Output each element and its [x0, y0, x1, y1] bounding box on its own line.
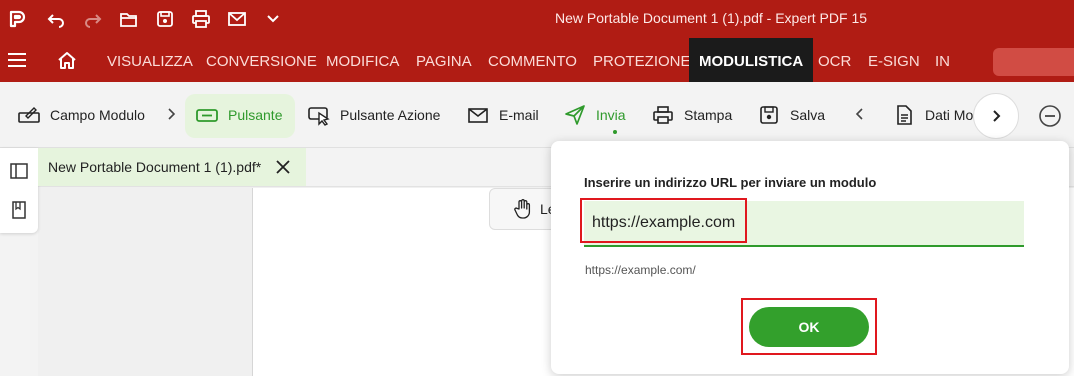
pulsante-button[interactable]: Pulsante [196, 82, 282, 148]
title-bar: New Portable Document 1 (1).pdf - Expert… [0, 0, 1074, 38]
print-icon [653, 106, 673, 124]
ok-button[interactable]: OK [749, 307, 869, 347]
pulsante-azione-label: Pulsante Azione [340, 107, 441, 123]
salva-button[interactable]: Salva [758, 82, 825, 148]
invia-label: Invia [596, 107, 626, 123]
chevron-right-icon [168, 108, 176, 120]
document-tab[interactable]: New Portable Document 1 (1).pdf* [38, 148, 306, 186]
redo-icon[interactable] [78, 0, 108, 38]
home-icon[interactable] [57, 50, 77, 70]
hamburger-menu-icon[interactable] [7, 50, 27, 70]
form-field-icon [18, 107, 40, 123]
email-button[interactable]: E-mail [467, 82, 539, 148]
pulsante-label: Pulsante [228, 107, 283, 123]
chevron-right-icon [993, 110, 1001, 122]
chevron-left-icon[interactable] [852, 106, 868, 122]
button-field-icon [196, 109, 218, 122]
close-icon[interactable] [274, 158, 292, 176]
save-icon[interactable] [150, 0, 180, 38]
ribbon-toolbar: Campo Modulo Pulsante Pulsante Azione E-… [0, 82, 1074, 148]
url-prompt-label: Inserire un indirizzo URL per inviare un… [584, 175, 877, 190]
dati-modulo-button[interactable]: Dati Mo [893, 82, 973, 148]
stampa-button[interactable]: Stampa [652, 82, 732, 148]
mail-icon[interactable] [222, 0, 252, 38]
search-box[interactable] [993, 48, 1074, 76]
menu-ocr[interactable]: OCR [818, 38, 851, 82]
send-icon [565, 105, 585, 125]
salva-label: Salva [790, 107, 826, 123]
app-logo-icon[interactable] [2, 0, 32, 38]
stampa-label: Stampa [684, 107, 733, 123]
print-icon[interactable] [186, 0, 216, 38]
form-data-icon [897, 105, 912, 125]
open-folder-icon[interactable] [114, 0, 144, 38]
menu-bar: VISUALIZZA CONVERSIONE MODIFICA PAGINA C… [0, 38, 1074, 82]
menu-conversione[interactable]: CONVERSIONE [206, 38, 317, 82]
url-input[interactable] [584, 201, 1024, 247]
menu-commento[interactable]: COMMENTO [488, 38, 577, 82]
document-tab-title: New Portable Document 1 (1).pdf* [48, 159, 262, 175]
menu-pagina[interactable]: PAGINA [416, 38, 472, 82]
chevron-down-icon[interactable] [258, 0, 288, 38]
menu-visualizza[interactable]: VISUALIZZA [107, 38, 193, 82]
hand-icon [514, 199, 531, 219]
campo-modulo-label: Campo Modulo [50, 107, 145, 123]
menu-e-sign[interactable]: E-SIGN [868, 38, 920, 82]
undo-icon[interactable] [41, 0, 71, 38]
url-hint: https://example.com/ [585, 263, 696, 277]
ribbon-scroll-right-button[interactable] [973, 93, 1019, 139]
active-indicator-dot [613, 130, 617, 134]
email-icon [468, 108, 488, 123]
pulsante-azione-button[interactable]: Pulsante Azione [308, 82, 440, 148]
dati-modulo-label: Dati Mo [925, 107, 974, 123]
panel-toggle-icon[interactable] [9, 161, 29, 181]
menu-modulistica[interactable]: MODULISTICA [689, 38, 814, 82]
menu-modifica[interactable]: MODIFICA [326, 38, 399, 82]
campo-modulo-button[interactable]: Campo Modulo [18, 82, 145, 148]
window-title: New Portable Document 1 (1).pdf - Expert… [555, 10, 868, 26]
email-label: E-mail [499, 107, 539, 123]
menu-in[interactable]: IN [935, 38, 950, 82]
save-icon [760, 106, 778, 124]
action-button-icon [308, 107, 330, 126]
menu-protezione[interactable]: PROTEZIONE [593, 38, 691, 82]
side-panel [0, 148, 38, 233]
invia-button[interactable]: Invia [564, 82, 626, 148]
zoom-out-icon[interactable] [1038, 104, 1062, 128]
bookmark-icon[interactable] [9, 200, 29, 220]
